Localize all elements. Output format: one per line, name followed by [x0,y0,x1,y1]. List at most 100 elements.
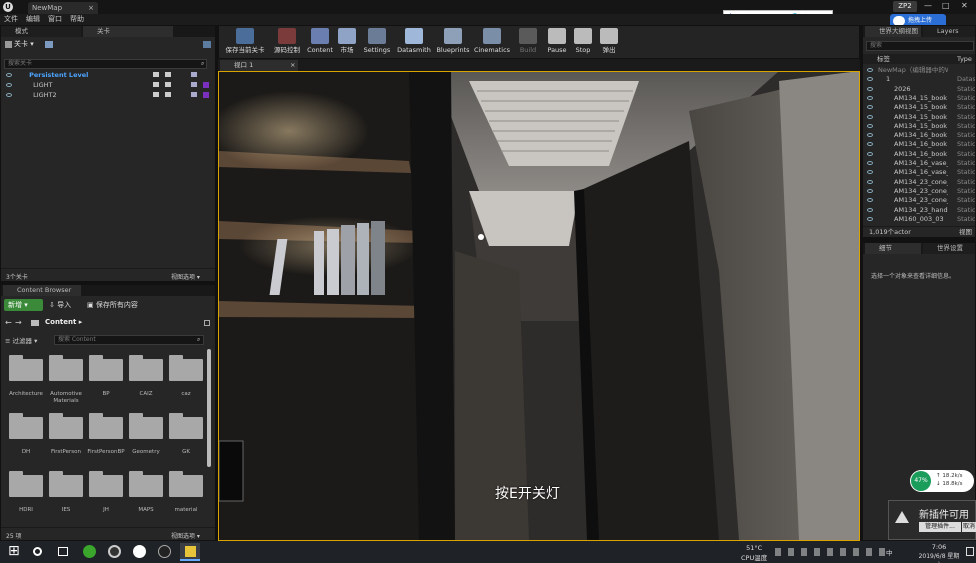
toolbar-button-11[interactable]: 弹出 [597,26,621,60]
level-row-light[interactable]: LIGHT [6,81,211,90]
visibility-icon[interactable] [867,133,873,138]
visibility-icon[interactable] [867,95,873,100]
visibility-icon[interactable] [867,77,873,82]
visibility-icon[interactable] [867,68,873,72]
menu-window[interactable]: 窗口 [44,14,66,25]
folder-icon[interactable] [129,471,163,497]
visibility-icon[interactable] [867,161,873,165]
close-tab-icon[interactable]: × [290,60,295,71]
outliner-row[interactable]: AM134_16_vase_ StaticM [863,159,975,168]
lock-icon[interactable] [153,82,159,87]
save-level-icon[interactable] [165,82,171,87]
tab-world-outliner[interactable]: 世界大纲视图 [865,26,921,37]
outliner-row[interactable]: AM134_16_vase_ StaticM [863,168,975,177]
folder-icon[interactable] [9,355,43,381]
toolbar-button-4[interactable]: Settings [361,26,393,60]
toolbar-button-6[interactable]: Blueprints [435,26,471,60]
start-button[interactable]: ⊞ [8,543,20,559]
visibility-icon[interactable] [6,73,12,77]
save-all-button[interactable]: ▣ 保存所有内容 [87,299,138,311]
level-settings-icon[interactable] [203,41,211,48]
save-level-icon[interactable] [165,92,171,97]
visibility-icon[interactable] [867,216,873,221]
outliner-row[interactable]: AM134_23_cone_ StaticM [863,196,975,205]
menu-edit[interactable]: 编辑 [22,14,44,25]
folder-icon[interactable] [49,413,83,439]
visibility-icon[interactable] [867,86,873,91]
tray-icons[interactable] [775,548,885,556]
unreal-editor-taskbar-icon[interactable] [158,545,171,558]
folder-icon[interactable] [169,471,203,497]
lock-icon[interactable] [153,92,159,97]
folder-icon[interactable] [89,355,123,381]
levels-view-options[interactable]: 视图选项 ▾ [171,272,200,281]
menu-file[interactable]: 文件 [0,14,22,25]
menu-help[interactable]: 帮助 [66,14,88,25]
tab-modes[interactable]: 模式 [1,26,81,37]
level-color-swatch[interactable] [203,92,209,98]
outliner-row[interactable]: AM134_15_book StaticM [863,122,975,131]
user-badge[interactable]: ZP2 [893,1,917,12]
outliner-row[interactable]: AM134_16_book StaticM [863,150,975,159]
visibility-icon[interactable] [867,151,873,156]
level-details-icon[interactable] [191,92,197,97]
level-add-icon[interactable] [45,41,53,48]
folder-icon[interactable] [169,413,203,439]
document-tab[interactable]: NewMap × [28,2,98,14]
maximize-icon[interactable]: □ [942,1,950,10]
visibility-icon[interactable] [867,188,873,193]
folder-icon[interactable] [49,355,83,381]
close-window-icon[interactable]: ✕ [961,1,968,10]
visibility-icon[interactable] [867,198,873,203]
folder-icon[interactable] [129,413,163,439]
visibility-icon[interactable] [6,93,12,97]
folder-icon[interactable] [89,471,123,497]
tab-details[interactable]: 细节 [865,243,921,254]
lock-icon[interactable] [204,320,210,326]
minimize-icon[interactable]: — [924,1,932,10]
task-view-icon[interactable] [58,547,68,556]
toolbar-button-3[interactable]: 市场 [335,26,359,60]
outliner-search-input[interactable]: 搜索 [866,41,974,51]
outliner-row[interactable]: AM134_16_book StaticM [863,140,975,149]
level-color-swatch[interactable] [203,82,209,88]
manage-plugins-button[interactable]: 管理插件... [919,522,961,532]
folder-icon[interactable] [9,413,43,439]
app-icon-yellow[interactable] [185,546,196,557]
visibility-icon[interactable] [6,83,12,87]
import-button[interactable]: ⇩ 导入 [49,299,71,311]
visibility-icon[interactable] [867,179,873,184]
close-tab-icon[interactable]: × [88,2,94,14]
visibility-icon[interactable] [867,207,873,212]
col-type[interactable]: Type [957,54,972,64]
nav-back-icon[interactable]: ← [5,318,12,327]
outliner-row[interactable]: AM134_23_hand StaticM [863,206,975,215]
folder-icon[interactable] [129,355,163,381]
outliner-row[interactable]: AM160_003_03 StaticM [863,215,975,224]
filters-button[interactable]: ≡ 过滤器 ▾ [5,335,37,345]
path-content[interactable]: Content ▸ [45,318,82,326]
outliner-row[interactable]: 1 Datasm [863,75,975,84]
visibility-icon[interactable] [867,114,873,119]
nav-forward-icon[interactable]: → [15,318,22,327]
app-icon-green[interactable] [83,545,96,558]
folder-icon[interactable] [49,471,83,497]
level-details-icon[interactable] [191,72,197,77]
visibility-icon[interactable] [867,105,873,110]
folder-icon[interactable] [169,355,203,381]
app-icon-obs[interactable] [108,545,121,558]
tab-content-browser[interactable]: Content Browser [3,285,81,296]
ime-indicator[interactable]: 中 [886,547,893,557]
network-speed-widget[interactable]: 47% ↑ 18.2k/s ↓ 18.8k/s [910,470,974,492]
tab-layers[interactable]: Layers [923,26,975,37]
level-viewport[interactable]: 按E开关灯 [219,71,859,540]
content-search-input[interactable]: 搜索 Content [54,335,204,345]
col-label[interactable]: 标签 [877,54,890,64]
outliner-row[interactable]: AM134_23_cone_ StaticM [863,178,975,187]
outliner-row[interactable]: AM134_15_book StaticM [863,94,975,103]
tab-viewport[interactable]: 视口 1 × [220,60,298,71]
toolbar-button-10[interactable]: Stop [571,26,595,60]
outliner-row[interactable]: AM134_15_book StaticM [863,103,975,112]
outliner-row[interactable]: NewMap（编辑器中的World） [863,66,975,75]
notification-center-icon[interactable] [966,547,974,556]
